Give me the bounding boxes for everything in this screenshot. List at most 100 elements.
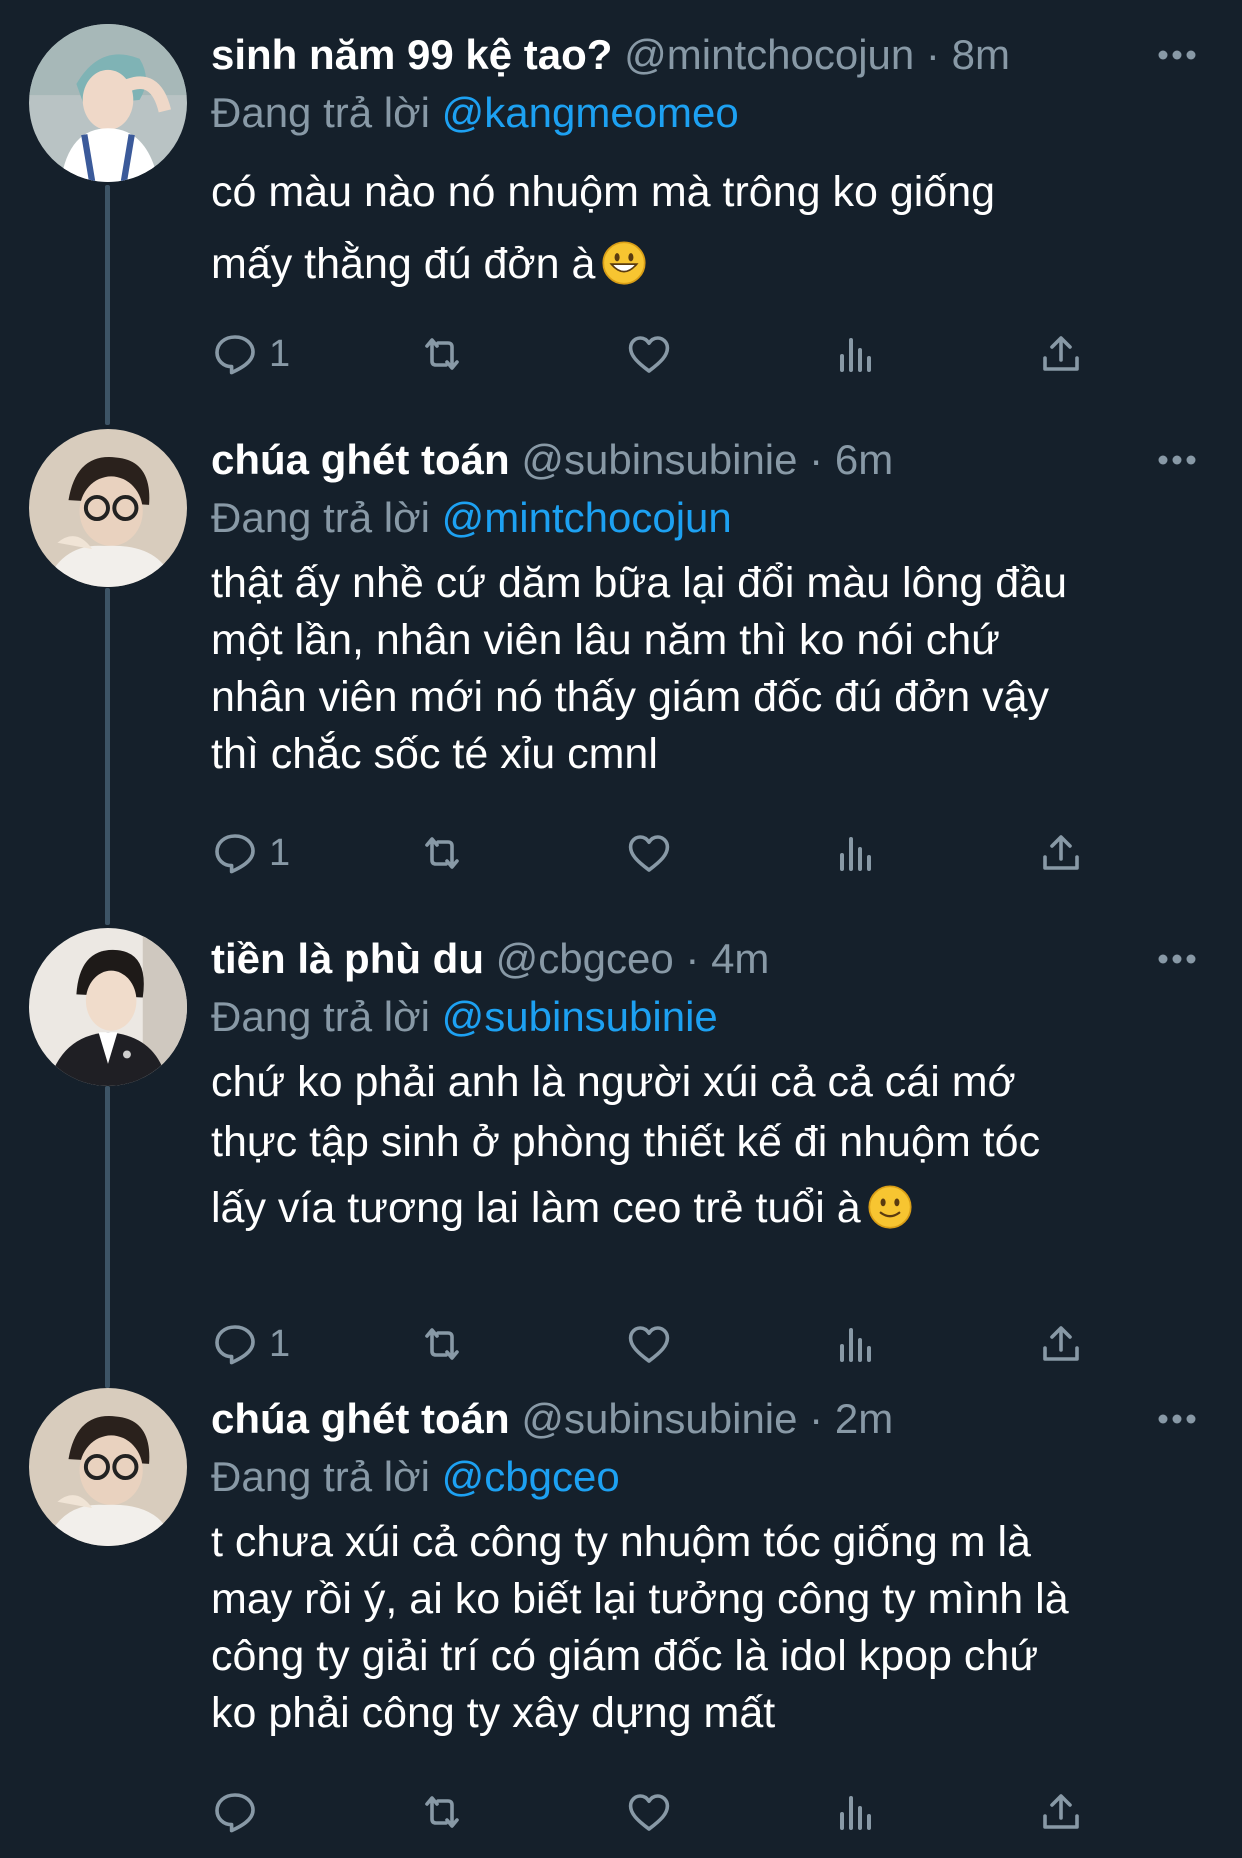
analytics-icon (840, 837, 871, 871)
retweet-icon (425, 1796, 459, 1828)
analytics-button[interactable] (832, 823, 880, 883)
user-handle[interactable]: @cbgceo (496, 935, 674, 982)
display-name[interactable]: chúa ghét toán (211, 436, 510, 483)
tweet-actions (0, 1782, 1242, 1842)
separator-dot: · (685, 935, 700, 982)
mention-link[interactable]: @cbgceo (442, 1453, 620, 1500)
replying-to-label: Đang trả lời (211, 89, 430, 136)
share-icon (1043, 336, 1079, 371)
more-button[interactable] (1152, 30, 1202, 80)
reply-count: 1 (269, 831, 291, 874)
tweet-text-line: thì chắc sốc té xỉu cmnl (211, 730, 658, 778)
reply-icon (215, 1325, 255, 1365)
retweet-button[interactable] (418, 1782, 466, 1842)
tweet-text-line: công ty giải trí có giám đốc là idol kpo… (211, 1632, 1039, 1680)
tweet[interactable]: sinh năm 99 kệ tao? @mintchocojun · 8m Đ… (0, 0, 1242, 400)
tweet-text-line: thực tập sinh ở phòng thiết kế đi nhuộm … (211, 1118, 1041, 1166)
analytics-button[interactable] (832, 324, 880, 384)
display-name[interactable]: tiền là phù du (211, 935, 484, 982)
timestamp[interactable]: 6m (835, 436, 893, 483)
retweet-button[interactable] (418, 823, 466, 883)
tweet-text: có màu nào nó nhuộm mà trông ko giống mấ… (211, 156, 1211, 300)
heart-icon (628, 1794, 670, 1831)
tweet-text-line-content: mấy thằng đú đởn à (211, 240, 596, 288)
more-icon (1158, 50, 1196, 60)
display-name[interactable]: chúa ghét toán (211, 1395, 510, 1442)
reply-button[interactable] (211, 1782, 269, 1842)
reply-icon (215, 335, 255, 375)
tweet-actions: 1 (0, 823, 1242, 883)
avatar[interactable] (29, 24, 187, 182)
replying-to-label: Đang trả lời (211, 494, 430, 541)
separator-dot: · (925, 31, 940, 78)
mention-link[interactable]: @subinsubinie (442, 993, 718, 1040)
avatar[interactable] (29, 429, 187, 587)
retweet-icon (425, 1328, 459, 1360)
display-name[interactable]: sinh năm 99 kệ tao? (211, 31, 612, 78)
more-button[interactable] (1152, 1394, 1202, 1444)
analytics-button[interactable] (832, 1782, 880, 1842)
avatar[interactable] (29, 928, 187, 1086)
tweet-text-line: may rồi ý, ai ko biết lại tưởng công ty … (211, 1575, 1069, 1623)
tweet-header: sinh năm 99 kệ tao? @mintchocojun · 8m (211, 30, 1191, 80)
separator-dot: · (809, 1395, 824, 1442)
heart-icon (628, 1326, 670, 1363)
timestamp[interactable]: 4m (711, 935, 769, 982)
tweet-text-line: chứ ko phải anh là người xúi cả cả cái m… (211, 1058, 1016, 1106)
share-button[interactable] (1037, 1782, 1085, 1842)
retweet-button[interactable] (418, 324, 466, 384)
reply-icon (215, 834, 255, 874)
slightly-smiling-face-emoji-icon (868, 1185, 912, 1229)
avatar[interactable] (29, 1388, 187, 1546)
tweet-text-line: thật ấy nhề cứ dăm bữa lại đổi màu lông … (211, 559, 1067, 607)
replying-to-label: Đang trả lời (211, 1453, 430, 1500)
tweet[interactable]: chúa ghét toán @subinsubinie · 2m Đang t… (0, 1364, 1242, 1858)
share-button[interactable] (1037, 823, 1085, 883)
reply-count: 1 (269, 332, 291, 375)
analytics-icon (840, 1796, 871, 1830)
share-icon (1043, 835, 1079, 870)
analytics-icon (840, 1328, 871, 1362)
tweet-header: chúa ghét toán @subinsubinie · 6m (211, 435, 1191, 485)
tweet-header: chúa ghét toán @subinsubinie · 2m (211, 1394, 1191, 1444)
mention-link[interactable]: @kangmeomeo (442, 89, 739, 136)
user-handle[interactable]: @subinsubinie (521, 436, 797, 483)
timestamp[interactable]: 2m (835, 1395, 893, 1442)
mention-link[interactable]: @mintchocojun (442, 494, 732, 541)
retweet-icon (425, 837, 459, 869)
user-handle[interactable]: @subinsubinie (521, 1395, 797, 1442)
tweet-text-line: t chưa xúi cả công ty nhuộm tóc giống m … (211, 1518, 1031, 1566)
share-button[interactable] (1037, 324, 1085, 384)
tweet-text-line: ko phải công ty xây dựng mất (211, 1689, 776, 1737)
separator-dot: · (809, 436, 824, 483)
heart-icon (628, 835, 670, 872)
like-button[interactable] (625, 324, 673, 384)
reply-button[interactable]: 1 (211, 823, 290, 883)
tweet-text: chứ ko phải anh là người xúi cả cả cái m… (211, 1052, 1211, 1238)
tweet-actions: 1 (0, 324, 1242, 384)
more-button[interactable] (1152, 934, 1202, 984)
share-icon (1043, 1794, 1079, 1829)
replying-to: Đang trả lời @subinsubinie (211, 992, 718, 1042)
tweet-text-line: một lần, nhân viên lâu năm thì ko nói ch… (211, 616, 1000, 664)
tweet-text-line: lấy vía tương lai làm ceo trẻ tuổi à (211, 1178, 1211, 1238)
like-button[interactable] (625, 823, 673, 883)
tweet-text: t chưa xúi cả công ty nhuộm tóc giống m … (211, 1514, 1211, 1742)
tweet[interactable]: tiền là phù du @cbgceo · 4m Đang trả lời… (0, 904, 1242, 1365)
more-icon (1158, 1414, 1196, 1424)
like-button[interactable] (625, 1782, 673, 1842)
timestamp[interactable]: 8m (952, 31, 1010, 78)
heart-icon (628, 336, 670, 373)
replying-to-label: Đang trả lời (211, 993, 430, 1040)
share-icon (1043, 1326, 1079, 1361)
reply-button[interactable]: 1 (211, 324, 290, 384)
retweet-icon (425, 338, 459, 370)
tweet-header: tiền là phù du @cbgceo · 4m (211, 934, 1191, 984)
tweet-text-line: có màu nào nó nhuộm mà trông ko giống (211, 168, 996, 216)
tweet[interactable]: chúa ghét toán @subinsubinie · 6m Đang t… (0, 405, 1242, 905)
user-handle[interactable]: @mintchocojun (624, 31, 914, 78)
replying-to: Đang trả lời @kangmeomeo (211, 88, 739, 138)
more-icon (1158, 455, 1196, 465)
more-button[interactable] (1152, 435, 1202, 485)
tweet-text-line: mấy thằng đú đởn à (211, 228, 1211, 300)
